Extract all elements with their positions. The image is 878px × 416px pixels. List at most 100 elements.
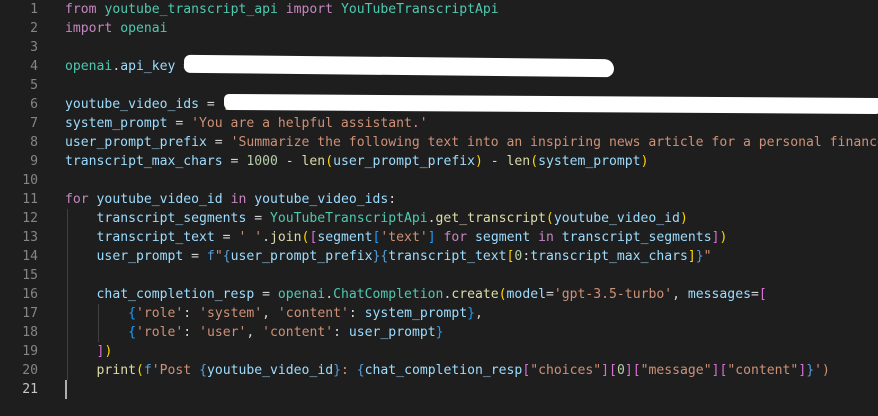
code-token: }{	[372, 249, 389, 264]
line-number: 14	[22, 249, 38, 264]
code-token: :	[340, 363, 357, 378]
code-token: f	[206, 249, 215, 264]
code-line[interactable]: 9 transcript_max_chars = 1000 - len(user_…	[0, 152, 878, 171]
code-token: youtube_video_id	[96, 192, 223, 207]
code-text: user_prompt = f"{user_prompt_prefix}{tra…	[65, 247, 712, 266]
code-line[interactable]: 8 user_prompt_prefix = 'Summarize the fol…	[0, 133, 878, 152]
code-line[interactable]: 1 from youtube_transcript_api import YouT…	[0, 0, 878, 19]
code-text: openai.api_key =	[65, 57, 191, 76]
code-line[interactable]: 3	[0, 38, 878, 57]
code-token: YouTubeTranscriptApi	[269, 211, 428, 226]
code-token: transcript_segments	[561, 230, 712, 245]
code-token: "	[703, 249, 712, 264]
code-line[interactable]: 21	[0, 380, 878, 399]
code-token: len	[506, 154, 531, 169]
code-token: {	[356, 363, 365, 378]
code-token: =	[254, 287, 278, 302]
code-line[interactable]: 11 for youtube_video_id in youtube_video_…	[0, 190, 878, 209]
line-number: 3	[30, 40, 38, 55]
code-token: =	[246, 211, 270, 226]
code-line[interactable]: 7 system_prompt = 'You are a helpful assi…	[0, 114, 878, 133]
code-token: :	[183, 306, 200, 321]
code-token: openai	[65, 59, 113, 74]
code-editor[interactable]: 1 from youtube_transcript_api import YouT…	[0, 0, 878, 416]
code-token: =	[222, 154, 247, 169]
code-token: 'user'	[199, 325, 247, 340]
code-line[interactable]: 18 {'role': 'user', 'content': user_prom…	[0, 323, 878, 342]
code-token: 'You are a helpful assistant.'	[191, 116, 428, 131]
code-token: YouTubeTranscriptApi	[340, 2, 499, 17]
code-token: in	[230, 192, 247, 207]
code-token: -	[482, 154, 507, 169]
code-token: 'content'	[262, 325, 334, 340]
code-token: system_prompt	[364, 306, 468, 321]
code-line[interactable]: 2 import openai	[0, 19, 878, 38]
code-token: create	[451, 287, 499, 302]
code-token: :	[388, 192, 397, 207]
code-line[interactable]: 5	[0, 76, 878, 95]
code-text: transcript_segments = YouTubeTranscriptA…	[65, 209, 688, 228]
line-number: 17	[22, 306, 38, 321]
code-token: 'Post	[151, 363, 200, 378]
line-number: 4	[30, 59, 38, 74]
code-token: ' '	[238, 230, 263, 245]
line-number: 20	[22, 363, 38, 378]
code-token: =	[545, 287, 554, 302]
code-line[interactable]: 14 user_prompt = f"{user_prompt_prefix}{…	[0, 247, 878, 266]
code-token: =	[206, 135, 231, 150]
code-line[interactable]: 10	[0, 171, 878, 190]
code-token: }	[467, 306, 476, 321]
code-text: import openai	[65, 19, 168, 38]
code-token: -	[277, 154, 302, 169]
code-token: {	[128, 306, 136, 321]
code-line[interactable]: 12 transcript_segments = YouTubeTranscri…	[0, 209, 878, 228]
code-token: (	[545, 211, 554, 226]
line-number: 21	[22, 382, 38, 397]
code-text: user_prompt_prefix = 'Summarize the foll…	[65, 133, 878, 152]
line-number: 10	[22, 173, 38, 188]
code-token: "content"	[727, 363, 799, 378]
code-token: "message"	[640, 363, 712, 378]
code-token: system_prompt	[65, 116, 168, 131]
line-number: 8	[30, 135, 38, 150]
line-number: 12	[22, 211, 38, 226]
code-token: 0	[616, 363, 625, 378]
code-token: segment	[475, 230, 531, 245]
code-token: ][	[711, 363, 728, 378]
line-number: 6	[30, 97, 38, 112]
code-line[interactable]: 19 ])	[0, 342, 878, 361]
code-token: (	[325, 154, 334, 169]
code-line[interactable]: 16 chat_completion_resp = openai.ChatCom…	[0, 285, 878, 304]
code-text: {'role': 'system', 'content': system_pro…	[65, 304, 483, 323]
code-token: :	[183, 325, 200, 340]
code-token: }	[333, 363, 341, 378]
code-token: f	[143, 363, 152, 378]
code-token: )	[104, 344, 113, 359]
code-line[interactable]: 17 {'role': 'system', 'content': system_…	[0, 304, 878, 323]
code-token: messages	[687, 287, 751, 302]
code-token: user_prompt_prefix	[333, 154, 475, 169]
code-token: [	[758, 287, 767, 302]
code-token: 'system'	[199, 306, 263, 321]
code-token: transcript_max_chars	[530, 249, 688, 264]
code-token: segment	[317, 230, 373, 245]
code-line[interactable]: 15	[0, 266, 878, 285]
code-token: }	[435, 325, 444, 340]
code-token: 'content'	[277, 306, 349, 321]
code-line[interactable]: 20 print(f'Post {youtube_video_id}: {cha…	[0, 361, 878, 380]
code-token: user_prompt_prefix	[230, 249, 373, 264]
code-token: ][	[601, 363, 617, 378]
code-line[interactable]: 13 transcript_text = ' '.join([segment['…	[0, 228, 878, 247]
code-token: =	[199, 97, 223, 112]
